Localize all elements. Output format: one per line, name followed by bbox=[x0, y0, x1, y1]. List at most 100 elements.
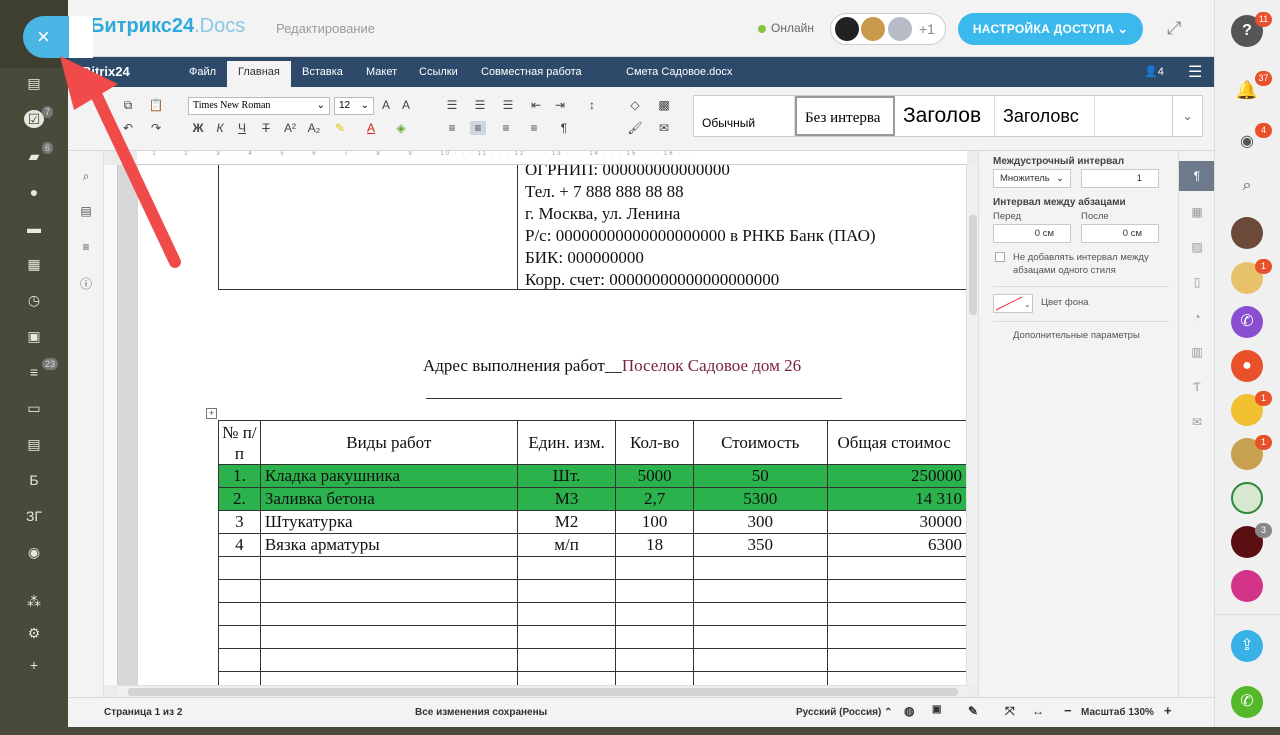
menu-insert[interactable]: Вставка bbox=[302, 66, 343, 78]
calendar-icon[interactable]: ▤ bbox=[24, 74, 44, 92]
table-row[interactable]: 3 Штукатурка М2 100 300 30000 bbox=[218, 510, 967, 534]
line-spacing-icon[interactable]: ↕ bbox=[584, 98, 600, 112]
menu-layout[interactable]: Макет bbox=[366, 66, 397, 78]
language-select[interactable]: Русский (Россия) ⌃ bbox=[796, 707, 893, 718]
align-left-icon[interactable]: ≡ bbox=[444, 121, 460, 135]
avatar[interactable] bbox=[1231, 217, 1263, 249]
group-b-icon[interactable]: Б bbox=[24, 471, 44, 489]
chevron-down-icon[interactable]: ◉ bbox=[24, 543, 44, 561]
align-right-icon[interactable]: ≡ bbox=[498, 121, 514, 135]
copy-icon[interactable]: ⧉ bbox=[120, 98, 136, 113]
style-heading1[interactable]: Заголов bbox=[895, 96, 995, 136]
format-painter-icon[interactable]: 🖌 bbox=[627, 121, 643, 135]
cell[interactable]: 30000 bbox=[826, 510, 967, 534]
style-heading2[interactable]: Заголовс bbox=[995, 96, 1095, 136]
chart-settings-icon[interactable]: ▥ bbox=[1190, 345, 1204, 359]
grow-font-icon[interactable]: A bbox=[378, 98, 394, 112]
table-row[interactable] bbox=[218, 602, 967, 626]
spellcheck-icon[interactable]: ▣ bbox=[932, 704, 941, 715]
cell[interactable]: 250000 bbox=[826, 464, 967, 488]
table-row[interactable] bbox=[218, 648, 967, 672]
expand-icon[interactable]: ⤢ bbox=[1167, 18, 1187, 38]
shading-icon[interactable]: ▩ bbox=[656, 98, 672, 112]
cell[interactable]: м/п bbox=[516, 533, 617, 557]
cell[interactable]: 2,7 bbox=[615, 487, 695, 511]
contact-icon[interactable]: ▤ bbox=[24, 435, 44, 453]
bullets-icon[interactable]: ☰ bbox=[444, 98, 460, 112]
cell[interactable]: 50 bbox=[693, 464, 828, 488]
undo-icon[interactable]: ↶ bbox=[120, 121, 136, 135]
menu-links[interactable]: Ссылки bbox=[419, 66, 458, 78]
avatar[interactable] bbox=[888, 17, 912, 41]
cell[interactable]: М2 bbox=[516, 510, 617, 534]
underline-button[interactable]: Ч bbox=[234, 121, 250, 135]
fit-width-icon[interactable]: ↔ bbox=[1032, 704, 1044, 718]
track-changes-icon[interactable]: ✎ bbox=[968, 704, 978, 718]
table-row[interactable]: 2. Заливка бетона М3 2,7 5300 14 310 bbox=[218, 487, 967, 511]
subscript-button[interactable]: A₂ bbox=[306, 121, 322, 135]
bold-button[interactable]: Ж bbox=[190, 121, 206, 135]
highlight-icon[interactable]: ✎ bbox=[332, 121, 348, 135]
users-count[interactable]: 👤4 bbox=[1144, 65, 1164, 78]
table-row[interactable] bbox=[218, 625, 967, 649]
avatar[interactable] bbox=[835, 17, 859, 41]
document-page[interactable]: ОГРНИП: 000000000000000 Тел. + 7 888 888… bbox=[138, 165, 967, 685]
clear-format-icon[interactable]: ◇ bbox=[627, 98, 643, 112]
cell[interactable]: Штукатурка bbox=[259, 510, 518, 534]
align-center-icon[interactable]: ≡ bbox=[470, 121, 486, 135]
zoom-in-button[interactable]: + bbox=[1164, 703, 1172, 718]
style-no-spacing[interactable]: Без интерва bbox=[795, 96, 895, 136]
menu-icon[interactable]: ☰ bbox=[1188, 62, 1202, 82]
image-settings-icon[interactable]: ▨ bbox=[1190, 240, 1204, 254]
user-icon[interactable]: ● bbox=[1231, 350, 1263, 382]
before-input[interactable]: 0 см bbox=[993, 224, 1071, 243]
header-footer-icon[interactable]: ▯ bbox=[1190, 275, 1204, 289]
bg-color-picker[interactable]: ⌄ bbox=[993, 294, 1033, 313]
table-row[interactable] bbox=[218, 671, 967, 685]
cell[interactable]: 14 310 bbox=[826, 487, 967, 511]
font-color-icon[interactable]: A bbox=[363, 121, 379, 135]
search-icon[interactable]: ⌕ bbox=[1231, 170, 1263, 202]
table-row[interactable]: 1. Кладка ракушника Шт. 5000 50 250000 bbox=[218, 464, 967, 488]
search-icon[interactable]: ⌕ bbox=[79, 169, 93, 184]
no-interval-checkbox[interactable] bbox=[995, 252, 1005, 262]
cell[interactable]: Кладка ракушника bbox=[259, 464, 518, 488]
cell[interactable]: Вязка арматуры bbox=[259, 533, 518, 557]
share-icon[interactable]: ⇪ bbox=[1231, 630, 1263, 662]
superscript-button[interactable]: A² bbox=[282, 121, 298, 135]
table-move-handle[interactable]: + bbox=[206, 408, 217, 419]
group-icon[interactable]: ● bbox=[24, 183, 44, 201]
vertical-ruler[interactable] bbox=[104, 165, 118, 685]
participants[interactable]: +1 bbox=[830, 13, 946, 45]
cell[interactable]: 4 bbox=[218, 533, 261, 557]
comments-icon[interactable]: ▤ bbox=[79, 204, 93, 218]
vertical-scrollbar[interactable] bbox=[966, 165, 978, 685]
group-zg-icon[interactable]: ЗГ bbox=[24, 507, 44, 525]
table-row[interactable]: 4 Вязка арматуры м/п 18 350 6300 bbox=[218, 533, 967, 557]
table-row[interactable] bbox=[218, 556, 967, 580]
paste-icon[interactable]: 📋 bbox=[148, 98, 164, 112]
robot-icon[interactable]: ▣ bbox=[24, 327, 44, 345]
line-spacing-value[interactable]: 1 bbox=[1081, 169, 1159, 188]
add-icon[interactable]: + bbox=[24, 656, 44, 674]
cell[interactable]: Заливка бетона bbox=[259, 487, 518, 511]
filter-icon[interactable]: ≡ bbox=[24, 363, 44, 381]
cell[interactable]: М3 bbox=[516, 487, 617, 511]
fit-page-icon[interactable]: ⤧ bbox=[1005, 704, 1015, 719]
italic-button[interactable]: К bbox=[212, 121, 228, 135]
shrink-font-icon[interactable]: A bbox=[398, 98, 414, 112]
styles-more-icon[interactable]: ⌄ bbox=[1172, 96, 1202, 136]
cell[interactable]: 3 bbox=[218, 510, 261, 534]
mail-merge-icon[interactable]: ✉ bbox=[1190, 415, 1204, 429]
strike-button[interactable]: Т bbox=[258, 121, 274, 135]
cell[interactable]: 100 bbox=[615, 510, 695, 534]
access-settings-button[interactable]: НАСТРОЙКА ДОСТУПА ⌄ bbox=[958, 13, 1143, 45]
indent-inc-icon[interactable]: ⇥ bbox=[552, 98, 568, 112]
cell[interactable]: 5300 bbox=[693, 487, 828, 511]
multilevel-icon[interactable]: ☰ bbox=[500, 98, 516, 112]
tasks-icon[interactable]: ☑ bbox=[24, 110, 44, 128]
zoom-out-button[interactable]: − bbox=[1064, 703, 1072, 718]
indent-dec-icon[interactable]: ⇤ bbox=[528, 98, 544, 112]
cell[interactable]: 5000 bbox=[615, 464, 695, 488]
horizontal-ruler[interactable]: · · 1 · · · 2 · · · 3 · · · 4 · · · 5 · … bbox=[137, 151, 967, 165]
